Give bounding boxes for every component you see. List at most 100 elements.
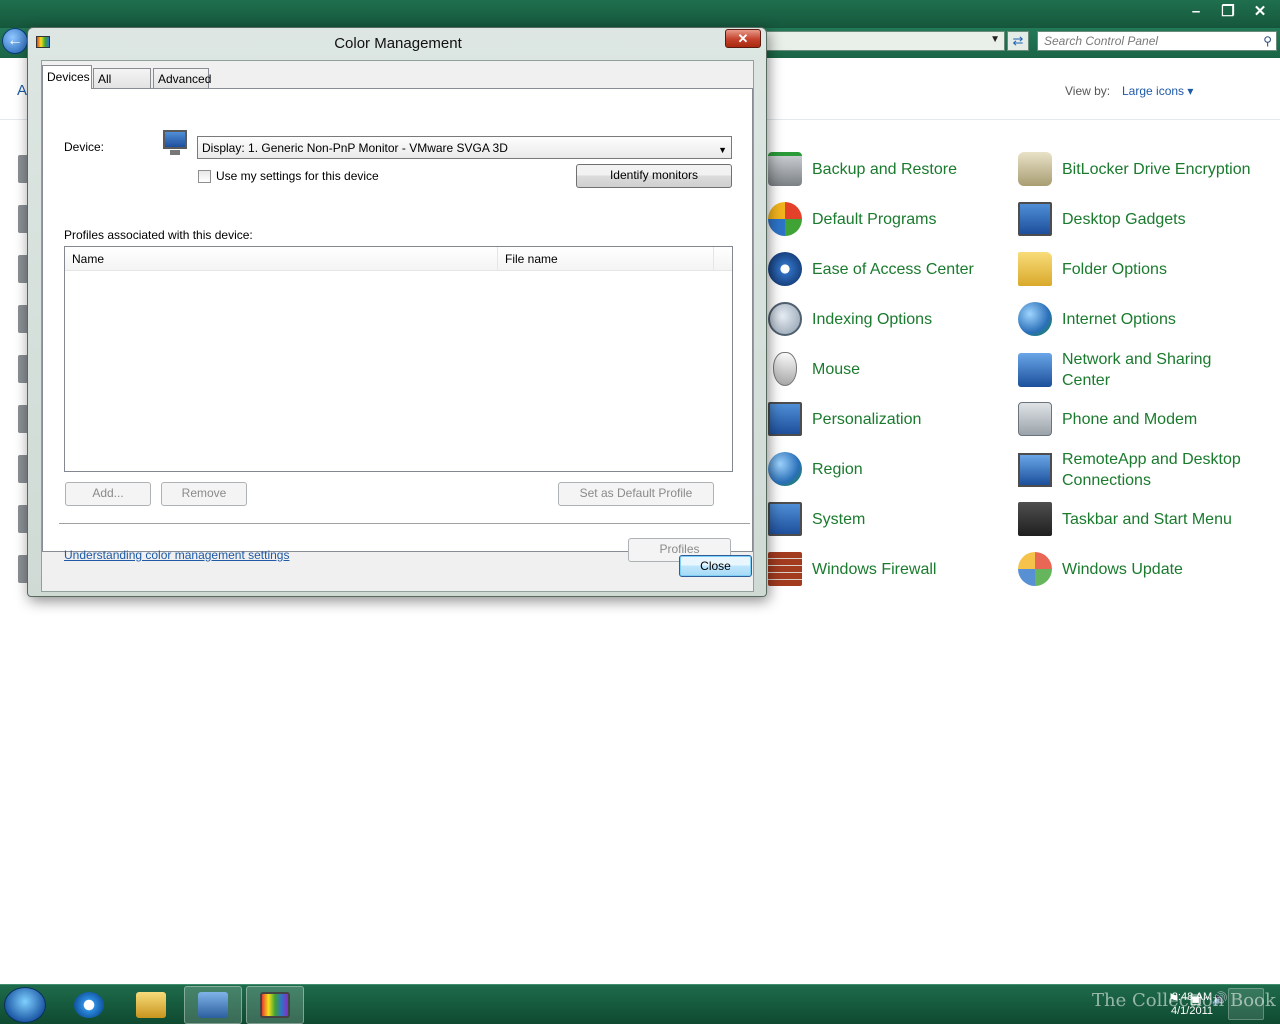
cp-item-mouse[interactable]: Mouse xyxy=(768,352,1002,386)
monitor-icon xyxy=(160,129,190,157)
cp-item-label: Desktop Gadgets xyxy=(1062,210,1186,228)
search-icon[interactable]: ⚲ xyxy=(1263,34,1272,48)
cp-item-label: Windows Firewall xyxy=(812,560,937,578)
checkbox-box[interactable] xyxy=(198,169,211,183)
personalization-icon xyxy=(768,402,802,436)
cp-item-label: Ease of Access Center xyxy=(812,260,974,278)
control-panel-titlebar: – ❐ ✕ xyxy=(0,0,1280,28)
back-button[interactable]: ← xyxy=(2,28,28,54)
cp-item-label: RemoteApp and Desktop Connections xyxy=(1062,451,1241,489)
cp-item-bitlocker[interactable]: BitLocker Drive Encryption xyxy=(1018,152,1272,186)
cp-item-phone-modem[interactable]: Phone and Modem xyxy=(1018,402,1252,436)
device-dropdown-value: Display: 1. Generic Non-PnP Monitor - VM… xyxy=(202,141,508,155)
taskbar-internet-explorer[interactable] xyxy=(60,986,118,1024)
taskbar: ⚑ ▣ 🔊 xyxy=(0,984,1280,1024)
cp-item-taskbar-start[interactable]: Taskbar and Start Menu xyxy=(1018,502,1252,536)
taskbar-icon xyxy=(1018,502,1052,536)
cp-item-label: Taskbar and Start Menu xyxy=(1062,510,1232,528)
cp-item-label: Indexing Options xyxy=(812,310,933,328)
gadgets-icon xyxy=(1018,202,1052,236)
cp-item-desktop-gadgets[interactable]: Desktop Gadgets xyxy=(1018,202,1252,236)
cp-item-network-sharing[interactable]: Network and Sharing Center xyxy=(1018,349,1252,391)
internet-options-icon xyxy=(1018,302,1052,336)
clock-date: 4/1/2011 xyxy=(1170,1005,1213,1017)
ease-of-access-icon xyxy=(768,252,802,286)
windows-update-icon xyxy=(1018,552,1052,586)
profiles-list[interactable]: Name File name xyxy=(64,246,733,472)
cp-item-system[interactable]: System xyxy=(768,502,1002,536)
close-window-button[interactable]: ✕ xyxy=(1246,2,1274,22)
default-programs-icon xyxy=(768,202,802,236)
cp-item-folder-options[interactable]: Folder Options xyxy=(1018,252,1252,286)
help-link[interactable]: Understanding color management settings xyxy=(64,548,289,562)
view-by-dropdown[interactable]: Large icons ▾ xyxy=(1122,84,1193,98)
taskbar-control-panel[interactable] xyxy=(184,986,242,1024)
search-placeholder: Search Control Panel xyxy=(1044,34,1159,48)
phone-icon xyxy=(1018,402,1052,436)
remoteapp-icon xyxy=(1018,453,1052,487)
add-profile-button[interactable]: Add... xyxy=(65,482,151,506)
column-header-name[interactable]: Name xyxy=(65,247,498,271)
chevron-down-icon[interactable]: ▼ xyxy=(990,34,1000,45)
cp-item-label: Network and Sharing Center xyxy=(1062,351,1212,389)
maximize-button[interactable]: ❐ xyxy=(1214,2,1242,22)
cp-item-indexing-options[interactable]: Indexing Options xyxy=(768,302,1002,336)
remove-profile-button[interactable]: Remove xyxy=(161,482,247,506)
view-by-label: View by: xyxy=(1065,84,1111,98)
control-panel-icon xyxy=(198,992,228,1018)
cp-item-backup-and-restore[interactable]: Backup and Restore xyxy=(768,152,1002,186)
profiles-section-label: Profiles associated with this device: xyxy=(64,228,253,242)
refresh-button[interactable]: ⇄ xyxy=(1007,31,1029,51)
cp-item-label: Mouse xyxy=(812,360,861,378)
cp-item-region[interactable]: Region xyxy=(768,452,1002,486)
cp-item-label: BitLocker Drive Encryption xyxy=(1062,160,1251,178)
taskbar-windows-explorer[interactable] xyxy=(122,986,180,1024)
search-input[interactable]: Search Control Panel ⚲ xyxy=(1037,31,1277,51)
clock-time: 3:48 AM xyxy=(1171,991,1213,1003)
color-management-icon xyxy=(260,992,290,1018)
folder-icon xyxy=(1018,252,1052,286)
cp-item-label: Backup and Restore xyxy=(812,160,957,178)
identify-monitors-button[interactable]: Identify monitors xyxy=(576,164,732,188)
dialog-close-button[interactable]: ✕ xyxy=(725,29,761,48)
column-header-file-name[interactable]: File name xyxy=(498,247,714,271)
cp-item-personalization[interactable]: Personalization xyxy=(768,402,1002,436)
folder-icon xyxy=(136,992,166,1018)
minimize-button[interactable]: – xyxy=(1182,2,1210,22)
device-dropdown[interactable]: Display: 1. Generic Non-PnP Monitor - VM… xyxy=(197,136,732,159)
chevron-down-icon: ▼ xyxy=(718,145,727,155)
start-button[interactable] xyxy=(4,987,46,1023)
backup-icon xyxy=(768,152,802,186)
tab-all-profiles[interactable]: All Profiles xyxy=(93,68,151,101)
system-icon xyxy=(768,502,802,536)
cp-item-label: Default Programs xyxy=(812,210,937,228)
cp-item-internet-options[interactable]: Internet Options xyxy=(1018,302,1252,336)
cp-item-remoteapp[interactable]: RemoteApp and Desktop Connections xyxy=(1018,449,1252,491)
region-icon xyxy=(768,452,802,486)
window-caption-buttons: – ❐ ✕ xyxy=(1182,2,1274,22)
close-button[interactable]: Close xyxy=(679,555,752,577)
devices-tab-panel: Device: Display: 1. Generic Non-PnP Moni… xyxy=(42,88,753,562)
cp-item-ease-of-access[interactable]: Ease of Access Center xyxy=(768,252,1002,286)
cp-item-label: Internet Options xyxy=(1062,310,1176,328)
use-my-settings-checkbox[interactable]: Use my settings for this device xyxy=(198,169,379,183)
device-label: Device: xyxy=(64,140,105,154)
use-my-settings-label: Use my settings for this device xyxy=(216,169,379,183)
address-bar[interactable]: ▼ xyxy=(760,31,1005,51)
taskbar-color-management[interactable] xyxy=(246,986,304,1024)
tab-devices[interactable]: Devices xyxy=(42,65,92,89)
cp-item-default-programs[interactable]: Default Programs xyxy=(768,202,1002,236)
set-default-profile-button[interactable]: Set as Default Profile xyxy=(558,482,714,506)
internet-explorer-icon xyxy=(74,992,104,1018)
cp-item-label: Windows Update xyxy=(1062,560,1183,578)
profiles-list-header: Name File name xyxy=(65,247,732,271)
bitlocker-icon xyxy=(1018,152,1052,186)
tab-advanced[interactable]: Advanced xyxy=(153,68,211,88)
mouse-icon xyxy=(773,352,797,386)
cp-item-windows-update[interactable]: Windows Update xyxy=(1018,552,1252,586)
indexing-icon xyxy=(768,302,802,336)
system-clock[interactable]: 3:48 AM 4/1/2011 xyxy=(1160,990,1224,1018)
show-desktop-button[interactable] xyxy=(1228,988,1264,1020)
cp-item-windows-firewall[interactable]: Windows Firewall xyxy=(768,552,1002,586)
cp-item-label: Phone and Modem xyxy=(1062,410,1198,428)
